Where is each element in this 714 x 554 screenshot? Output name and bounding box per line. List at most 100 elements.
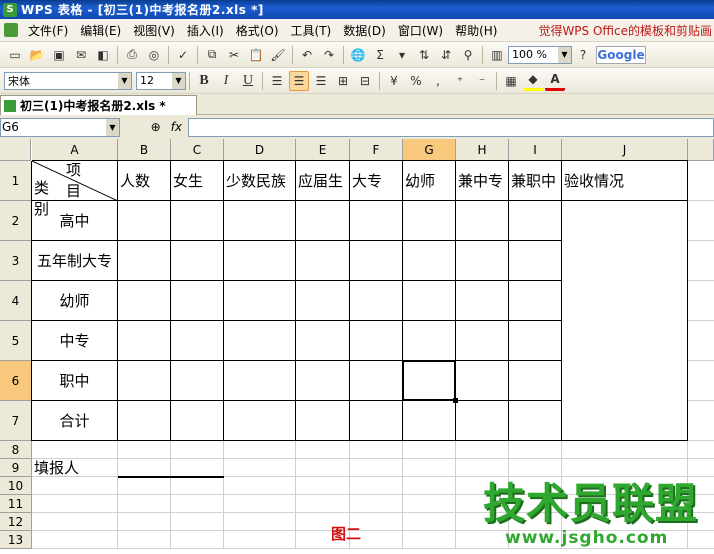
font-name-select[interactable]: 宋体 ▼ [4,71,132,90]
menu-window[interactable]: 窗口(W) [392,22,449,39]
cell-c4[interactable] [171,281,224,321]
row-header-2[interactable]: 2 [0,201,32,241]
cell-i4[interactable] [509,281,562,321]
zoom-select[interactable]: 100 % ▼ [508,45,572,64]
chevron-down-icon[interactable]: ▼ [118,72,131,89]
cell-d13[interactable] [224,531,296,549]
chevron-down-icon[interactable]: ▼ [172,72,185,89]
cell-c13[interactable] [171,531,224,549]
cell-overflow[interactable] [688,281,714,321]
cell-i7[interactable] [509,401,562,441]
cell-d12[interactable] [224,513,296,531]
cell-b4[interactable] [118,281,171,321]
cell-e3[interactable] [296,241,350,281]
merge-options-icon[interactable]: ⊟ [355,71,375,91]
cell-g6[interactable] [403,361,456,401]
cell-g9[interactable] [403,459,456,477]
cell-d2[interactable] [224,201,296,241]
menu-insert[interactable]: 插入(I) [181,22,230,39]
cell-b13[interactable] [118,531,171,549]
cell-overflow[interactable] [688,241,714,281]
cell-g7[interactable] [403,401,456,441]
mail-icon[interactable]: ✉ [71,45,91,65]
cell-b12[interactable] [118,513,171,531]
cell-d6[interactable] [224,361,296,401]
cell-i9[interactable] [509,459,562,477]
row-header-9[interactable]: 9 [0,459,32,477]
cell-a4[interactable]: 幼师 [32,281,118,321]
cell-e1[interactable]: 应届生 [296,161,350,201]
sort-icon[interactable]: ⇅ [414,45,434,65]
cell-c1[interactable]: 女生 [171,161,224,201]
cell-e4[interactable] [296,281,350,321]
cell-h2[interactable] [456,201,509,241]
cell-b7[interactable] [118,401,171,441]
fx-button[interactable]: fx [171,120,182,134]
cell-b8[interactable] [118,441,171,459]
chevron-down-icon[interactable]: ▼ [558,46,571,63]
cell-overflow[interactable] [688,321,714,361]
cell-b3[interactable] [118,241,171,281]
cell-a9[interactable]: 填报人 [32,459,118,477]
cell-d4[interactable] [224,281,296,321]
cell-b11[interactable] [118,495,171,513]
cell-e7[interactable] [296,401,350,441]
cell-a6[interactable]: 职中 [32,361,118,401]
column-header-c[interactable]: C [171,139,224,161]
cell-j8[interactable] [562,441,688,459]
cell-d3[interactable] [224,241,296,281]
cell-d7[interactable] [224,401,296,441]
help-icon[interactable]: ? [573,45,593,65]
spell-check-icon[interactable]: ✓ [173,45,193,65]
cell-f10[interactable] [350,477,403,495]
sort-desc-icon[interactable]: ⇵ [436,45,456,65]
cell-e10[interactable] [296,477,350,495]
autosum-icon[interactable]: Σ [370,45,390,65]
cell-d5[interactable] [224,321,296,361]
paste-icon[interactable]: 📋 [246,45,266,65]
tab-document[interactable]: 初三(1)中考报名册2.xls * [0,95,197,115]
cell-f2[interactable] [350,201,403,241]
cell-e2[interactable] [296,201,350,241]
cell-d9[interactable] [224,459,296,477]
cell-e8[interactable] [296,441,350,459]
cell-h8[interactable] [456,441,509,459]
cell-e9[interactable] [296,459,350,477]
chevron-down-icon[interactable]: ▾ [392,45,412,65]
cell-overflow[interactable] [688,441,714,459]
format-painter-icon[interactable]: 🖌 [268,45,288,65]
cell-j2-merged[interactable] [562,201,688,441]
chart-icon[interactable]: ▥ [487,45,507,65]
cell-c11[interactable] [171,495,224,513]
hyperlink-icon[interactable]: 🌐 [348,45,368,65]
menu-view[interactable]: 视图(V) [127,22,181,39]
cell-g1[interactable]: 幼师 [403,161,456,201]
cell-h1[interactable]: 兼中专 [456,161,509,201]
cell-b1[interactable]: 人数 [118,161,171,201]
cell-d1[interactable]: 少数民族 [224,161,296,201]
row-header-6[interactable]: 6 [0,361,32,401]
cell-g3[interactable] [403,241,456,281]
undo-icon[interactable]: ↶ [297,45,317,65]
cell-f7[interactable] [350,401,403,441]
cell-f4[interactable] [350,281,403,321]
cell-c6[interactable] [171,361,224,401]
cell-c7[interactable] [171,401,224,441]
column-header-i[interactable]: I [509,139,562,161]
cell-c10[interactable] [171,477,224,495]
copy-icon[interactable]: ⧉ [202,45,222,65]
thousands-separator-icon[interactable]: , [428,71,448,91]
cell-g11[interactable] [403,495,456,513]
cell-f1[interactable]: 大专 [350,161,403,201]
cell-c5[interactable] [171,321,224,361]
cell-g4[interactable] [403,281,456,321]
cell-c9[interactable] [171,459,224,477]
row-header-5[interactable]: 5 [0,321,32,361]
google-search-box[interactable]: Google [596,45,646,64]
cell-f5[interactable] [350,321,403,361]
merge-center-icon[interactable]: ⊞ [333,71,353,91]
menu-edit[interactable]: 编辑(E) [74,22,127,39]
cell-b5[interactable] [118,321,171,361]
fill-color-icon[interactable]: ◆ [523,71,543,91]
row-header-3[interactable]: 3 [0,241,32,281]
